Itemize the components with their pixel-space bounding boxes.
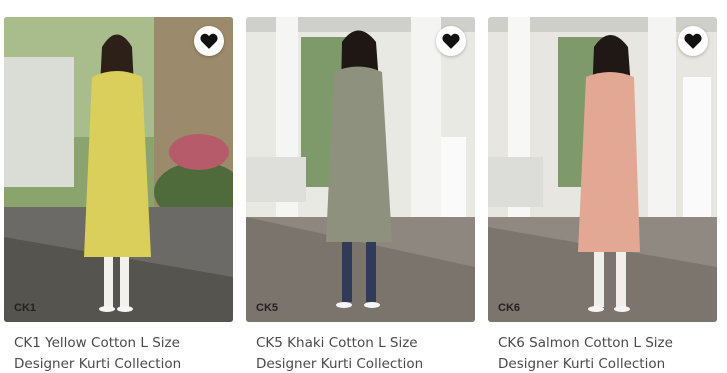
product-photo-yellow-kurti xyxy=(4,17,233,322)
product-code-label: CK5 xyxy=(256,302,279,314)
product-title-link[interactable]: CK6 Salmon Cotton L Size Designer Kurti … xyxy=(488,333,717,373)
product-card[interactable]: CK6 CK6 Salmon Cotton L Size Designer Ku… xyxy=(488,17,717,373)
product-photo-salmon-kurti xyxy=(488,17,717,322)
wishlist-button[interactable] xyxy=(194,26,224,56)
wishlist-button[interactable] xyxy=(436,26,466,56)
product-code-label: CK6 xyxy=(498,302,521,314)
heart-icon xyxy=(684,33,702,49)
product-image[interactable]: CK6 xyxy=(488,17,717,322)
heart-icon xyxy=(442,33,460,49)
wishlist-button[interactable] xyxy=(678,26,708,56)
product-title-link[interactable]: CK1 Yellow Cotton L Size Designer Kurti … xyxy=(4,333,233,373)
product-code-label: CK1 xyxy=(14,302,37,314)
heart-icon xyxy=(200,33,218,49)
product-image[interactable]: CK1 xyxy=(4,17,233,322)
product-photo-khaki-kurti xyxy=(246,17,475,322)
product-card[interactable]: CK5 CK5 Khaki Cotton L Size Designer Kur… xyxy=(246,17,475,373)
product-image[interactable]: CK5 xyxy=(246,17,475,322)
product-title-link[interactable]: CK5 Khaki Cotton L Size Designer Kurti C… xyxy=(246,333,475,373)
product-card[interactable]: CK1 CK1 Yellow Cotton L Size Designer Ku… xyxy=(4,17,233,373)
